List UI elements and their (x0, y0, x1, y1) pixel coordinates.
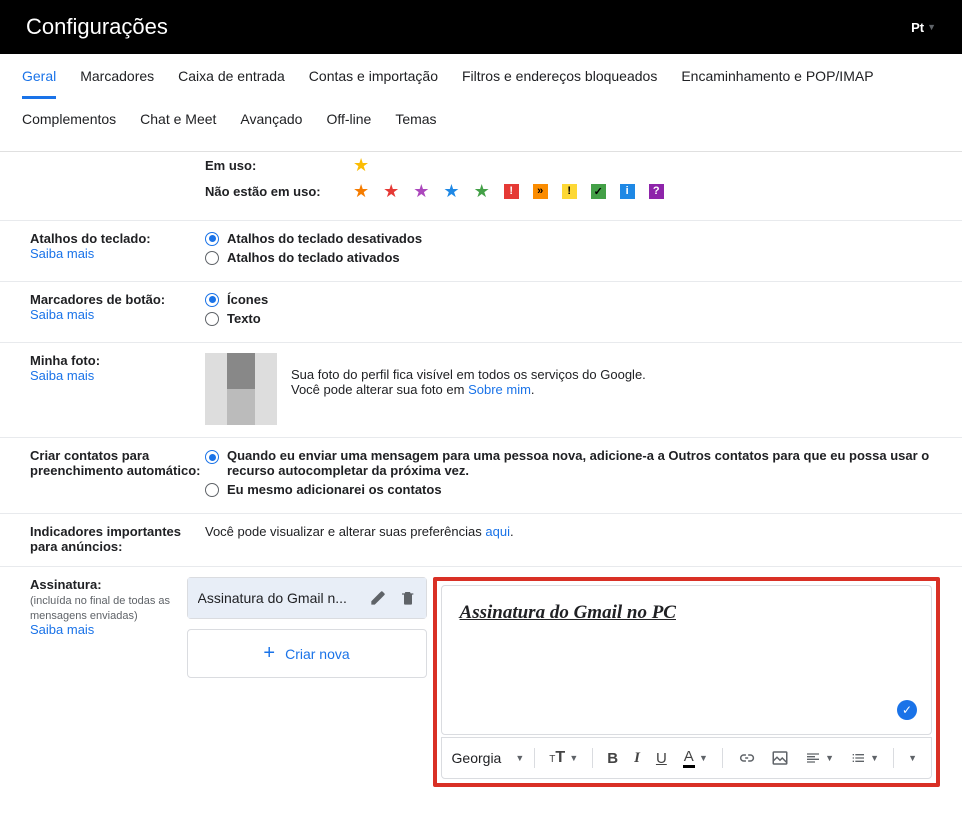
signature-learn-more-link[interactable]: Saiba mais (30, 622, 94, 637)
tab-chat-meet[interactable]: Chat e Meet (140, 111, 216, 139)
star-purple-icon[interactable]: ★ (413, 182, 429, 200)
signature-item[interactable]: Assinatura do Gmail n... (188, 578, 426, 618)
chevron-down-icon: ▼ (927, 22, 936, 32)
link-button[interactable] (731, 745, 761, 771)
button-markers-label: Marcadores de botão: Saiba mais (0, 292, 205, 330)
font-size-button[interactable]: TT ▼ (543, 745, 584, 771)
green-check-icon[interactable]: ✓ (591, 184, 606, 199)
radio-contacts-manual[interactable] (205, 483, 219, 497)
tab-offline[interactable]: Off-line (326, 111, 371, 139)
radio-text[interactable] (205, 312, 219, 326)
ads-here-link[interactable]: aqui (485, 524, 510, 539)
star-red-icon[interactable]: ★ (383, 182, 399, 200)
font-selector[interactable]: Georgia ▼ (450, 746, 527, 770)
tab-marcadores[interactable]: Marcadores (80, 68, 154, 99)
more-formatting-button[interactable]: ▼ (902, 749, 923, 767)
pencil-icon[interactable] (370, 590, 386, 606)
photo-desc-1: Sua foto do perfil fica visível em todos… (291, 367, 646, 382)
check-badge-icon: ✓ (897, 700, 917, 720)
image-button[interactable] (765, 745, 795, 771)
header-bar: Configurações Pt ▼ (0, 0, 962, 54)
contacts-section-label: Criar contatos para preenchimento automá… (0, 448, 205, 501)
photo-learn-more-link[interactable]: Saiba mais (30, 368, 94, 383)
photo-section-label: Minha foto: Saiba mais (0, 353, 205, 425)
settings-content: Em uso: ★ Não estão em uso: ★ ★ ★ ★ ★ ! … (0, 152, 962, 819)
trash-icon[interactable] (400, 590, 416, 606)
tab-temas[interactable]: Temas (395, 111, 436, 139)
tab-geral[interactable]: Geral (22, 68, 56, 99)
signature-section-label: Assinatura: (incluída no final de todas … (0, 577, 187, 787)
language-selector[interactable]: Pt ▼ (911, 20, 936, 35)
profile-photo[interactable] (205, 353, 277, 425)
purple-question-icon[interactable]: ? (649, 184, 664, 199)
signature-editor-highlight: Assinatura do Gmail no PC ✓ Georgia ▼ TT… (433, 577, 940, 787)
settings-tabs: Geral Marcadores Caixa de entrada Contas… (0, 54, 962, 152)
bold-button[interactable]: B (601, 746, 624, 771)
radio-contacts-auto[interactable] (205, 450, 219, 464)
radio-keyboard-off[interactable] (205, 232, 219, 246)
tab-contas[interactable]: Contas e importação (309, 68, 438, 99)
tab-avancado[interactable]: Avançado (240, 111, 302, 139)
stars-not-in-use-label: Não estão em uso: (205, 184, 353, 199)
orange-arrows-icon[interactable]: » (533, 184, 548, 199)
red-bang-icon[interactable]: ! (504, 184, 519, 199)
star-green-icon[interactable]: ★ (474, 182, 490, 200)
radio-keyboard-on[interactable] (205, 251, 219, 265)
tab-caixa-entrada[interactable]: Caixa de entrada (178, 68, 285, 99)
star-orange-icon[interactable]: ★ (353, 182, 369, 200)
ads-section-label: Indicadores importantes para anúncios: (0, 524, 205, 554)
keyboard-section-label: Atalhos do teclado: Saiba mais (0, 231, 205, 269)
tab-filtros[interactable]: Filtros e endereços bloqueados (462, 68, 657, 99)
tab-encaminhamento[interactable]: Encaminhamento e POP/IMAP (681, 68, 873, 99)
signature-editor[interactable]: Assinatura do Gmail no PC ✓ (441, 585, 932, 735)
text-color-button[interactable]: A ▼ (677, 744, 714, 772)
page-title: Configurações (26, 14, 168, 40)
blue-info-icon[interactable]: i (620, 184, 635, 199)
italic-button[interactable]: I (628, 746, 646, 771)
list-button[interactable]: ▼ (844, 746, 885, 771)
stars-in-use-label: Em uso: (205, 158, 353, 173)
keyboard-learn-more-link[interactable]: Saiba mais (30, 246, 94, 261)
create-new-signature-button[interactable]: + Criar nova (187, 629, 427, 678)
signature-text[interactable]: Assinatura do Gmail no PC (460, 602, 913, 624)
tab-complementos[interactable]: Complementos (22, 111, 116, 139)
button-markers-learn-more-link[interactable]: Saiba mais (30, 307, 94, 322)
plus-icon: + (263, 642, 275, 665)
star-yellow-icon[interactable]: ★ (353, 156, 369, 174)
star-blue-icon[interactable]: ★ (443, 182, 459, 200)
about-me-link[interactable]: Sobre mim (468, 382, 531, 397)
signature-list: Assinatura do Gmail n... (187, 577, 427, 619)
radio-icons[interactable] (205, 293, 219, 307)
yellow-bang-icon[interactable]: ! (562, 184, 577, 199)
align-button[interactable]: ▼ (799, 746, 840, 771)
stars-label (0, 156, 205, 208)
underline-button[interactable]: U (650, 746, 673, 771)
signature-toolbar: Georgia ▼ TT ▼ B I U A ▼ (441, 737, 932, 779)
